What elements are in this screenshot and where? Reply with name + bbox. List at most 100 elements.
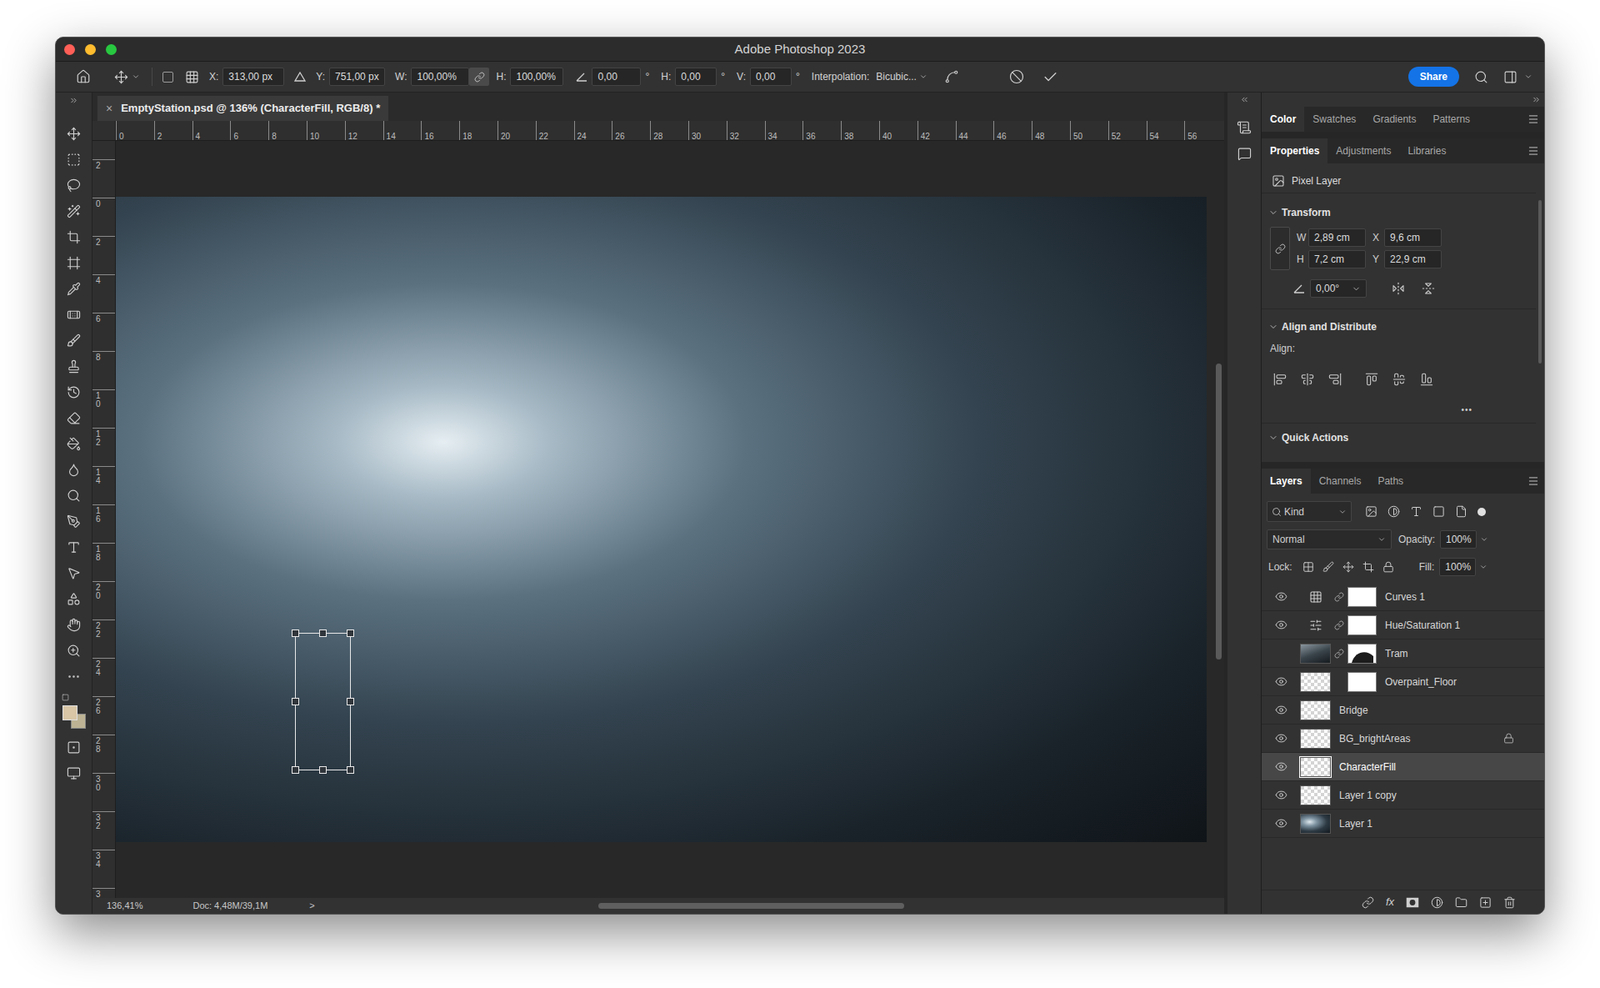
mask-link-icon[interactable] (1334, 648, 1345, 659)
screen-mode-icon[interactable] (66, 765, 81, 780)
new-group-icon[interactable] (1455, 895, 1468, 909)
panel-tab[interactable]: Swatches (1304, 106, 1365, 132)
eraser-icon[interactable] (66, 410, 81, 425)
filter-toggle[interactable] (1477, 507, 1486, 516)
reference-point-checkbox[interactable] (162, 71, 174, 83)
transform-tool-icon[interactable] (114, 70, 129, 85)
dodge-icon[interactable] (66, 488, 81, 503)
close-tab-button[interactable]: × (105, 100, 113, 118)
mask-link-icon[interactable] (1334, 591, 1345, 602)
default-colors-icon[interactable] (61, 693, 70, 701)
panel-menu-icon[interactable] (1527, 145, 1540, 157)
window-control[interactable] (64, 44, 75, 55)
panel-menu-icon[interactable] (1527, 475, 1540, 487)
link-layers-icon[interactable] (1361, 895, 1375, 909)
visibility-eye-icon[interactable] (1275, 760, 1288, 773)
link-icon[interactable] (474, 71, 485, 83)
flip-vertical-icon[interactable] (1421, 281, 1435, 295)
chevron-down-icon[interactable] (1268, 321, 1279, 332)
chevron-down-icon[interactable] (1479, 562, 1488, 571)
lasso-icon[interactable] (66, 178, 81, 193)
link-dimensions-toggle[interactable] (1270, 226, 1290, 270)
delete-layer-icon[interactable] (1503, 895, 1516, 909)
history-brush-icon[interactable] (66, 385, 81, 400)
path-selection-icon[interactable] (66, 565, 81, 580)
layer-row[interactable]: Layer 1 (1261, 809, 1545, 838)
blend-mode-dropdown[interactable]: Normal (1266, 529, 1392, 550)
color-swatches[interactable] (61, 704, 87, 730)
layer-row[interactable]: Tram (1261, 639, 1545, 668)
quick-selection-icon[interactable] (66, 204, 81, 219)
panel-tab[interactable]: Channels (1310, 468, 1370, 494)
tool-preset-picker[interactable] (114, 70, 140, 85)
search-icon[interactable] (1474, 70, 1489, 85)
chevron-down-icon[interactable] (1524, 72, 1533, 81)
panel-tab[interactable]: Color (1261, 106, 1305, 132)
size-field[interactable]: 100,00% (510, 67, 564, 86)
transform-bounding-box[interactable] (295, 632, 351, 770)
panel-tab[interactable]: Paths (1369, 468, 1412, 494)
section-header[interactable]: Align and Distribute (1261, 315, 1536, 338)
section-header[interactable]: Transform (1261, 201, 1536, 224)
filter-shape-icon[interactable] (1432, 505, 1445, 518)
position-field[interactable]: 751,00 px (329, 67, 385, 86)
transform-handle[interactable] (291, 697, 300, 705)
align-middle-icon[interactable] (1392, 372, 1406, 386)
transform-handle[interactable] (346, 765, 355, 774)
window-control[interactable] (85, 44, 96, 55)
more-align-options[interactable]: ••• (1261, 400, 1536, 418)
layer-effects-button[interactable]: fx (1385, 893, 1395, 910)
home-icon[interactable] (75, 69, 91, 85)
visibility-eye-icon[interactable] (1275, 816, 1288, 830)
panel-tab[interactable]: Libraries (1399, 138, 1455, 164)
link-size-toggle[interactable] (469, 67, 490, 86)
lock-position-icon[interactable] (1342, 560, 1355, 573)
chevron-down-icon[interactable] (131, 72, 140, 81)
type-icon[interactable] (66, 540, 81, 555)
healing-brush-icon[interactable] (66, 307, 81, 322)
transform-field[interactable]: 2,89 cm (1308, 228, 1366, 247)
flip-horizontal-icon[interactable] (1391, 281, 1405, 295)
collapse-icon[interactable] (1240, 95, 1250, 105)
learn-panel-icon[interactable] (1236, 120, 1252, 135)
zoom-level[interactable]: 136,41% (106, 898, 143, 913)
panel-tab[interactable]: Gradients (1364, 106, 1425, 132)
status-menu-button[interactable]: > (309, 898, 315, 913)
eyedropper-icon[interactable] (66, 281, 81, 296)
workspace-icon[interactable] (1503, 70, 1518, 85)
quick-mask-icon[interactable] (66, 740, 81, 755)
move-icon[interactable] (66, 126, 81, 141)
panel-tab[interactable]: Properties (1261, 138, 1328, 164)
align-center-horizontal-icon[interactable] (1300, 372, 1315, 386)
crop-icon[interactable] (66, 230, 81, 245)
zoom-icon[interactable] (66, 643, 81, 658)
transform-field[interactable]: 22,9 cm (1384, 250, 1442, 269)
layer-row[interactable]: Bridge (1261, 695, 1545, 725)
panel-tab[interactable]: Layers (1261, 468, 1311, 494)
visibility-eye-icon[interactable] (1275, 590, 1288, 603)
skew-field[interactable]: 0,00 (675, 67, 717, 86)
transform-handle[interactable] (291, 765, 300, 774)
vertical-scrollbar[interactable] (1212, 140, 1225, 898)
chevron-down-icon[interactable] (1268, 432, 1279, 443)
align-top-icon[interactable] (1365, 372, 1379, 386)
layer-row[interactable]: Layer 1 copy (1261, 780, 1545, 810)
lock-transparency-icon[interactable] (1302, 560, 1315, 573)
visibility-eye-icon[interactable] (1275, 618, 1288, 631)
angle-field[interactable]: 0,00° (1310, 279, 1367, 298)
transform-field[interactable]: 9,6 cm (1384, 228, 1442, 247)
panel-tab[interactable]: Adjustments (1327, 138, 1400, 164)
visibility-eye-icon[interactable] (1275, 788, 1288, 801)
visibility-eye-icon[interactable] (1275, 675, 1288, 688)
new-layer-icon[interactable] (1479, 895, 1492, 909)
expand-toolbar-icon[interactable] (69, 95, 79, 105)
relative-position-icon[interactable] (294, 71, 306, 82)
chevron-down-icon[interactable] (1338, 507, 1347, 516)
layer-row[interactable]: Overpaint_Floor (1261, 667, 1545, 696)
document-tab[interactable]: ×EmptyStation.psd @ 136% (CharacterFill,… (97, 95, 389, 121)
clone-stamp-icon[interactable] (66, 359, 81, 374)
rotate-field[interactable]: 0,00 (591, 67, 641, 86)
properties-scrollbar[interactable] (1535, 163, 1545, 462)
search-icon[interactable] (1271, 506, 1282, 517)
fill-field[interactable]: 100% (1439, 557, 1476, 576)
